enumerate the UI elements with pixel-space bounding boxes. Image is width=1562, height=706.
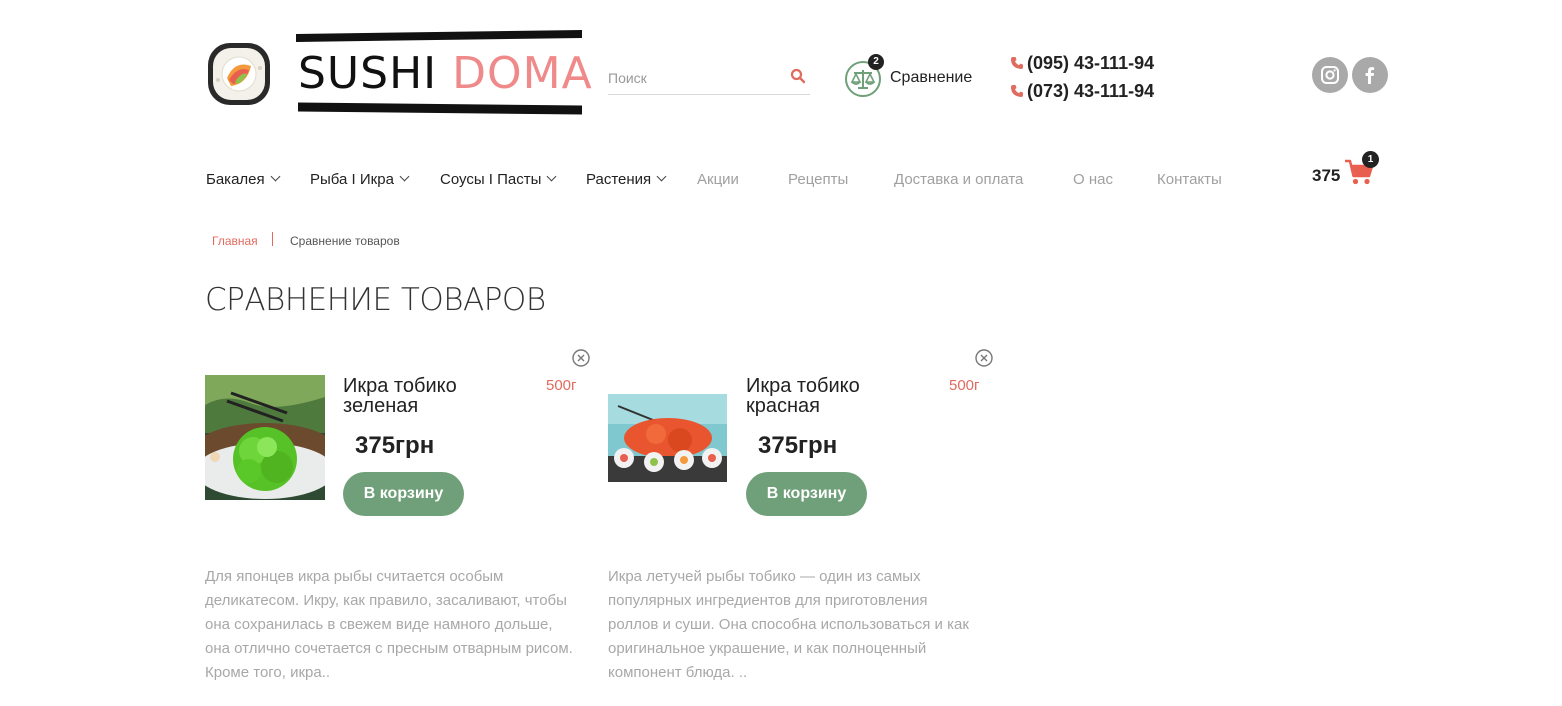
chevron-down-icon	[546, 171, 557, 182]
nav-promotions[interactable]: Акции	[697, 170, 739, 190]
search-box	[608, 62, 810, 95]
nav-plants[interactable]: Растения	[586, 170, 667, 190]
logo-chopstick-top	[296, 30, 582, 42]
product-description: Икра летучей рыбы тобико — один из самых…	[608, 568, 969, 681]
add-to-cart-button[interactable]: В корзину	[343, 472, 464, 516]
phone-2[interactable]: (073) 43-111-94	[1010, 81, 1154, 102]
search-icon[interactable]	[790, 68, 806, 84]
logo-wordmark[interactable]: SUSHI DOMA	[296, 28, 592, 120]
nav-contacts[interactable]: Контакты	[1157, 170, 1222, 190]
product-weight: 500г	[546, 377, 577, 394]
chevron-down-icon	[656, 171, 667, 182]
nav-delivery[interactable]: Доставка и оплата	[894, 170, 1023, 190]
compare-link[interactable]: 2 Сравнение	[844, 54, 984, 102]
nav-recipes[interactable]: Рецепты	[788, 170, 848, 190]
chevron-down-icon	[270, 171, 281, 182]
phone-number-1: (095) 43-111-94	[1027, 53, 1155, 73]
nav-about[interactable]: О нас	[1073, 170, 1113, 190]
facebook-link[interactable]	[1352, 57, 1388, 93]
product-name[interactable]: Икра тобико красная	[746, 376, 916, 416]
product-card: Икра тобико красная 500г 375грн В корзин…	[608, 345, 1000, 695]
product-weight: 500г	[949, 377, 980, 394]
instagram-link[interactable]	[1312, 57, 1348, 93]
product-name[interactable]: Икра тобико зеленая	[343, 376, 513, 416]
logo-roll-icon[interactable]	[205, 40, 273, 108]
nav-label: Бакалея	[206, 171, 265, 188]
logo-word-doma: DOMA	[452, 48, 593, 99]
phone-number-2: (073) 43-111-94	[1027, 81, 1155, 101]
product-price: 375грн	[758, 432, 838, 459]
phone-icon	[1011, 85, 1023, 97]
logo-text: SUSHI DOMA	[298, 48, 593, 100]
chevron-down-icon	[399, 171, 410, 182]
search-input[interactable]	[608, 66, 778, 90]
nav-grocery[interactable]: Бакалея	[206, 170, 281, 190]
nav-fish-caviar[interactable]: Рыба I Икра	[310, 170, 410, 190]
product-image[interactable]	[205, 375, 325, 500]
nav-sauces[interactable]: Соусы I Пасты	[440, 170, 557, 190]
cart-count-badge: 1	[1362, 151, 1379, 168]
breadcrumb-separator	[272, 232, 273, 246]
phone-icon	[1011, 57, 1023, 69]
compare-count-badge: 2	[868, 54, 884, 70]
nav-label: Соусы I Пасты	[440, 171, 542, 188]
remove-icon[interactable]	[975, 349, 993, 367]
logo-chopstick-bottom	[298, 102, 582, 115]
cart-total[interactable]: 375	[1312, 166, 1340, 186]
logo-word-sushi: SUSHI	[298, 48, 438, 99]
compare-label: Сравнение	[890, 69, 973, 86]
add-to-cart-button[interactable]: В корзину	[746, 472, 867, 516]
nav-label: Рыба I Икра	[310, 171, 394, 188]
phone-1[interactable]: (095) 43-111-94	[1010, 53, 1154, 74]
nav-label: Растения	[586, 171, 652, 188]
product-card: Икра тобико зеленая 500г 375грн В корзин…	[205, 345, 597, 695]
remove-icon[interactable]	[572, 349, 590, 367]
facebook-icon	[1365, 67, 1375, 84]
page-title: СРАВНЕНИЕ ТОВАРОВ	[205, 282, 546, 318]
product-description: Для японцев икра рыбы считается особым д…	[205, 568, 573, 681]
breadcrumb-home[interactable]: Главная	[212, 234, 258, 248]
breadcrumb-current: Сравнение товаров	[290, 234, 400, 248]
instagram-icon	[1321, 66, 1339, 84]
product-price: 375грн	[355, 432, 435, 459]
product-image[interactable]	[608, 394, 727, 482]
